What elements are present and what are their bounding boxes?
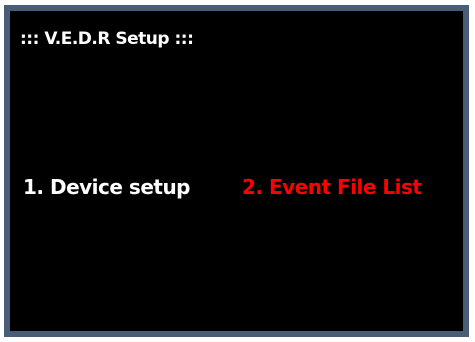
- menu-item-event-file-list[interactable]: 2. Event File List: [242, 175, 422, 199]
- device-window-frame: ::: V.E.D.R Setup ::: 1. Device setup 2.…: [4, 5, 469, 337]
- setup-screen: ::: V.E.D.R Setup ::: 1. Device setup 2.…: [10, 11, 463, 331]
- screen-title: ::: V.E.D.R Setup :::: [20, 29, 194, 49]
- menu-item-device-setup[interactable]: 1. Device setup: [23, 175, 191, 199]
